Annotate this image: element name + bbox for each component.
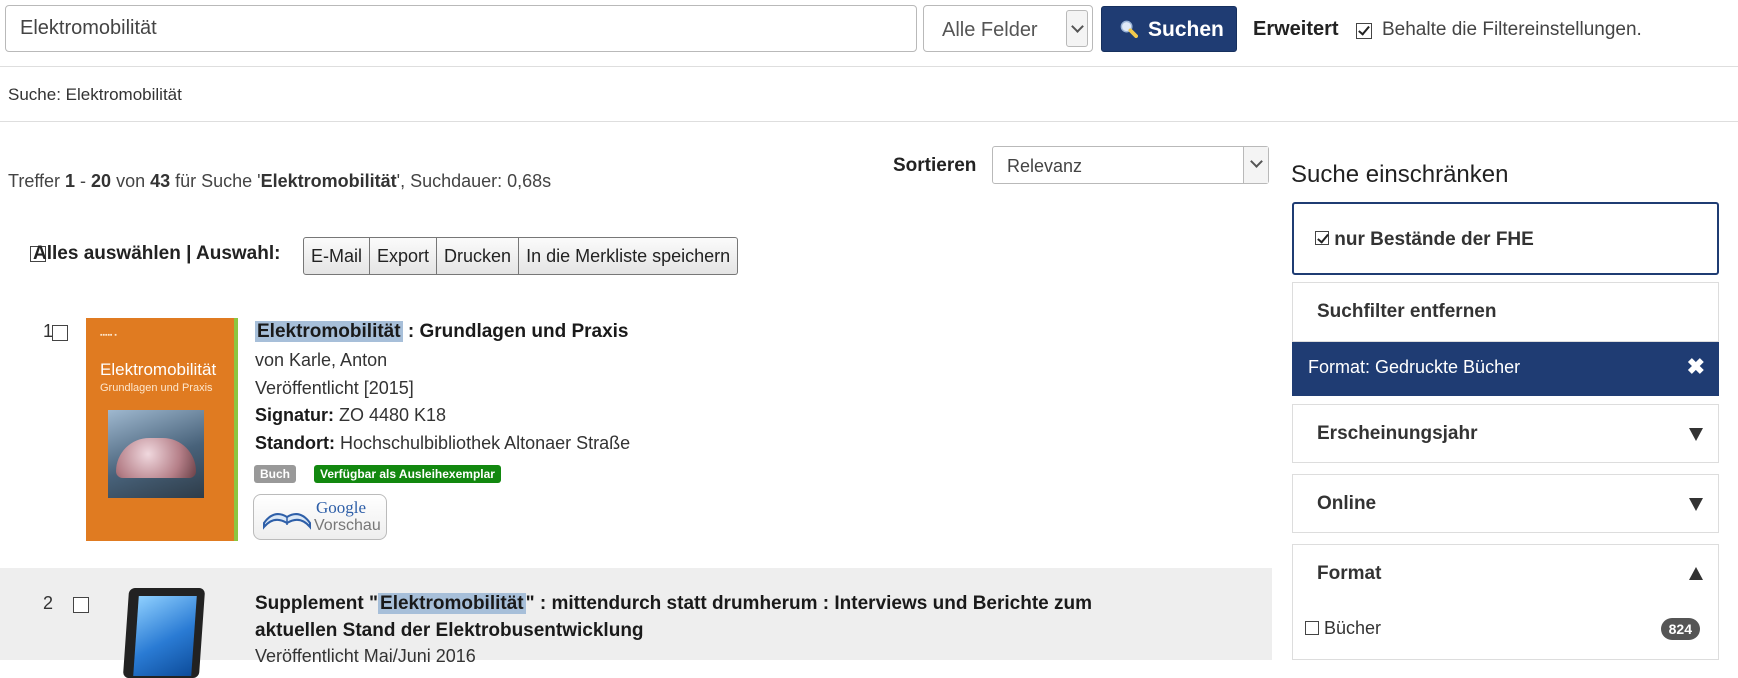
results-summary: Treffer 1 - 20 von 43 für Suche 'Elektro…: [8, 171, 552, 191]
caret-down-icon: [1689, 498, 1703, 511]
format-option-checkbox[interactable]: [1305, 621, 1319, 635]
result-location: Standort: Hochschulbibliothek Altonaer S…: [255, 433, 631, 453]
result-number: 2: [43, 593, 54, 613]
active-filter-item[interactable]: Format: Gedruckte Bücher ✖: [1292, 342, 1719, 396]
open-book-icon: [263, 513, 311, 530]
search-field-select[interactable]: Alle Felder: [923, 5, 1093, 52]
caret-up-icon: [1689, 567, 1703, 580]
result-title-link[interactable]: Elektromobilität : Grundlagen und Praxis: [255, 321, 629, 343]
remove-filters-link[interactable]: Suchfilter entfernen: [1292, 282, 1719, 342]
save-to-list-button[interactable]: In die Merkliste speichern: [519, 237, 739, 275]
advanced-search-link[interactable]: Erweitert: [1253, 18, 1339, 41]
active-filter-label: Format: Gedruckte Bücher: [1308, 357, 1521, 377]
result-number: 1: [43, 321, 54, 341]
result-published: Veröffentlicht Mai/Juni 2016: [255, 646, 476, 666]
sort-select[interactable]: Relevanz: [992, 146, 1269, 184]
google-preview-line2: Vorschau: [314, 517, 381, 534]
bulk-action-buttons: E-Mail Export Drucken In die Merkliste s…: [303, 237, 739, 275]
book-cover-thumbnail[interactable]: ▪▪▪▪▪ ▪ Elektromobilität Grundlagen und …: [86, 318, 238, 541]
breadcrumb: Suche: Elektromobilität: [8, 85, 182, 104]
divider: [0, 121, 1738, 122]
facet-online[interactable]: Online: [1292, 474, 1719, 533]
format-option-buecher[interactable]: Bücher 824: [1292, 602, 1719, 660]
result-signature: Signatur: ZO 4480 K18: [255, 405, 447, 425]
search-input[interactable]: [5, 5, 917, 52]
search-field-value: Alle Felder: [942, 19, 1038, 41]
result-checkbox[interactable]: [51, 324, 68, 341]
sort-value: Relevanz: [1007, 156, 1083, 176]
google-preview-line1: Google: [316, 498, 367, 517]
ebook-device-screen: [133, 596, 197, 676]
facet-label: Erscheinungsjahr: [1317, 423, 1478, 444]
chevron-down-icon: [1066, 10, 1088, 47]
facet-erscheinungsjahr[interactable]: Erscheinungsjahr: [1292, 404, 1719, 463]
print-button[interactable]: Drucken: [437, 237, 520, 275]
cover-subtitle: Grundlagen und Praxis: [100, 382, 213, 394]
sort-label: Sortieren: [893, 155, 977, 176]
chevron-down-icon: [1243, 147, 1268, 183]
close-icon[interactable]: ✖: [1687, 354, 1705, 380]
sidebar-title: Suche einschränken: [1291, 161, 1509, 188]
cover-title: Elektromobilität: [100, 360, 217, 379]
facet-label: Format: [1317, 563, 1382, 584]
availability-badge: Verfügbar als Ausleihexemplar: [314, 465, 501, 483]
search-icon: [1120, 20, 1138, 38]
email-button[interactable]: E-Mail: [303, 237, 371, 275]
select-all-label: Alles auswählen | Auswahl:: [33, 243, 281, 264]
fhe-only-label: nur Bestände der FHE: [1334, 229, 1534, 250]
google-preview-button[interactable]: Google Vorschau: [253, 494, 387, 540]
format-badge: Buch: [254, 465, 296, 483]
result-title-link[interactable]: Supplement " Elektromobilität " : mittendu…: [255, 593, 1092, 615]
remove-filters-label: Suchfilter entfernen: [1317, 301, 1497, 322]
author-link[interactable]: Karle, Anton: [289, 350, 387, 370]
result-checkbox[interactable]: [72, 596, 89, 613]
facet-format[interactable]: Format: [1292, 544, 1719, 603]
fhe-only-filter[interactable]: nur Bestände der FHE: [1292, 202, 1719, 275]
caret-down-icon: [1689, 428, 1703, 441]
facet-label: Online: [1317, 493, 1377, 514]
count-badge: 824: [1660, 618, 1700, 640]
format-option-label: Bücher: [1324, 618, 1382, 638]
search-button-label: Suchen: [1148, 18, 1224, 41]
search-button[interactable]: Suchen: [1101, 6, 1237, 52]
keep-filters-label: Behalte die Filtereinstellungen.: [1382, 19, 1642, 40]
checkbox-checked-icon: [1315, 231, 1329, 245]
export-button[interactable]: Export: [370, 237, 438, 275]
result-author: von Karle, Anton: [255, 350, 388, 370]
result-published: Veröffentlicht [2015]: [255, 378, 414, 398]
keep-filters-checkbox[interactable]: [1356, 22, 1372, 39]
divider: [0, 66, 1738, 67]
result-title-line2[interactable]: aktuellen Stand der Elektrobusentwicklun…: [255, 620, 644, 642]
